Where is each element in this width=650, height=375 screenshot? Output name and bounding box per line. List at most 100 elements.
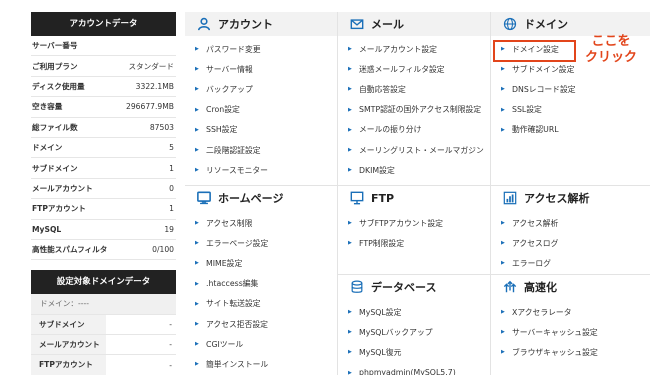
chevron-right-icon: ▶: [348, 240, 352, 247]
menu-link-database[interactable]: ▶ MySQLバックアップ: [338, 322, 490, 342]
data-row-label: ドメイン: [32, 143, 63, 153]
menu-link-homepage[interactable]: ▶ アクセス拒否設定: [185, 314, 337, 334]
menu-link-label: ブラウザキャッシュ設定: [512, 347, 598, 357]
globe-icon: [502, 16, 518, 32]
menu-link-mail[interactable]: ▶ メールの振り分け: [338, 120, 490, 140]
menu-link-account[interactable]: ▶ Cron設定: [185, 100, 337, 120]
menu-link-homepage[interactable]: ▶ アクセス制限: [185, 213, 337, 233]
menu-link-account[interactable]: ▶ リソースモニター: [185, 160, 337, 180]
chevron-right-icon: ▶: [348, 66, 352, 73]
menu-link-account[interactable]: ▶ 二段階認証設定: [185, 140, 337, 160]
menu-link-label: アクセス解析: [512, 218, 559, 228]
data-row-value: 1: [169, 204, 174, 214]
data-row: 空き容量 296677.9MB: [31, 97, 176, 118]
menu-link-access[interactable]: ▶ エラーログ: [491, 253, 650, 273]
menu-link-homepage[interactable]: ▶ .htaccess編集: [185, 274, 337, 294]
menu-link-label: MySQL復元: [359, 347, 402, 357]
menu-link-label: サブドメイン設定: [512, 64, 575, 74]
click-here-annotation: ここを クリック: [583, 34, 639, 66]
data-row: メールアカウント 0: [31, 179, 176, 200]
data-row: MySQL 19: [31, 220, 176, 240]
menu-link-account[interactable]: ▶ SSH設定: [185, 120, 337, 140]
monitor-icon: [196, 190, 212, 206]
data-row: ディスク使用量 3322.1MB: [31, 77, 176, 98]
chevron-right-icon: ▶: [501, 86, 505, 93]
menu-link-label: メールの振り分け: [359, 125, 422, 135]
menu-link-label: 自動応答設定: [359, 84, 406, 94]
menu-link-domain[interactable]: ▶ DNSレコード設定: [491, 79, 650, 99]
chevron-right-icon: ▶: [195, 126, 199, 133]
chevron-right-icon: ▶: [501, 349, 505, 356]
data-row-label: 空き容量: [32, 102, 63, 112]
data-row-label: サーバー番号: [32, 41, 78, 51]
menu-link-label: バックアップ: [206, 84, 253, 94]
chevron-right-icon: ▶: [501, 309, 505, 316]
menu-link-homepage[interactable]: ▶ 簡単インストール: [185, 354, 337, 374]
menu-link-speed[interactable]: ▶ Xアクセラレータ: [491, 302, 650, 322]
menu-link-homepage[interactable]: ▶ CGIツール: [185, 334, 337, 354]
data-row: メールアカウント -: [31, 335, 176, 356]
menu-link-domain[interactable]: ▶ SSL設定: [491, 100, 650, 120]
menu-link-label: アクセスログ: [512, 238, 559, 248]
data-row: ドメイン 5: [31, 138, 176, 159]
menu-link-homepage[interactable]: ▶ サイト転送設定: [185, 294, 337, 314]
menu-link-ftp[interactable]: ▶ サブFTPアカウント設定: [338, 213, 490, 233]
data-row-value: 1: [169, 163, 174, 173]
data-row-label: サブドメイン: [31, 314, 106, 335]
data-row-label: サブドメイン: [32, 163, 78, 173]
chevron-right-icon: ▶: [348, 220, 352, 227]
chevron-right-icon: ▶: [195, 167, 199, 174]
menu-link-homepage[interactable]: ▶ エラーページ設定: [185, 233, 337, 253]
menu-link-label: phpmyadmin(MySQL5.7): [359, 368, 456, 375]
chevron-right-icon: ▶: [348, 309, 352, 316]
menu-link-speed[interactable]: ▶ サーバーキャッシュ設定: [491, 322, 650, 342]
menu-link-mail[interactable]: ▶ 自動応答設定: [338, 79, 490, 99]
data-row-value: -: [169, 340, 172, 350]
menu-link-homepage[interactable]: ▶ MIME設定: [185, 253, 337, 273]
menu-link-mail[interactable]: ▶ メールアカウント設定: [338, 39, 490, 59]
menu-link-access[interactable]: ▶ アクセス解析: [491, 213, 650, 233]
menu-link-account[interactable]: ▶ パスワード変更: [185, 39, 337, 59]
data-row: サブドメイン -: [31, 314, 176, 336]
menu-link-label: エラーログ: [512, 258, 551, 268]
menu-link-mail[interactable]: ▶ 迷惑メールフィルタ設定: [338, 59, 490, 79]
section-account-header: アカウント: [185, 12, 337, 36]
chevron-right-icon: ▶: [195, 361, 199, 368]
section-ftp-header: FTP: [338, 186, 490, 210]
menu-link-domain[interactable]: ▶ 動作確認URL: [491, 120, 650, 140]
data-row-value: スタンダード: [128, 61, 174, 71]
menu-link-label: アクセス制限: [206, 218, 253, 228]
menu-link-label: 簡単インストール: [206, 359, 269, 369]
section-account: アカウント ▶ パスワード変更 ▶ サーバー情報 ▶ バックアップ ▶ Cron設定 ▶ SSH設…: [185, 12, 337, 180]
chevron-right-icon: ▶: [348, 46, 352, 53]
menu-link-speed[interactable]: ▶ ブラウザキャッシュ設定: [491, 342, 650, 362]
section-mail-title: メール: [371, 18, 404, 31]
menu-link-account[interactable]: ▶ サーバー情報: [185, 59, 337, 79]
menu-link-label: 迷惑メールフィルタ設定: [359, 64, 445, 74]
menu-link-mail[interactable]: ▶ SMTP認証の国外アクセス制限設定: [338, 100, 490, 120]
data-row-label: FTPアカウント: [31, 355, 106, 375]
data-row-label: FTPアカウント: [32, 204, 86, 214]
bar-chart-icon: [502, 190, 518, 206]
chevron-right-icon: ▶: [195, 321, 199, 328]
menu-link-database[interactable]: ▶ MySQL復元: [338, 342, 490, 362]
person-icon: [196, 16, 212, 32]
data-row-label: ディスク使用量: [32, 81, 85, 91]
section-speed-title: 高速化: [524, 281, 557, 294]
chevron-right-icon: ▶: [501, 240, 505, 247]
menu-link-database[interactable]: ▶ phpmyadmin(MySQL5.7): [338, 363, 490, 375]
menu-link-database[interactable]: ▶ MySQL設定: [338, 302, 490, 322]
menu-link-label: DNSレコード設定: [512, 84, 576, 94]
menu-link-mail[interactable]: ▶ DKIM設定: [338, 160, 490, 180]
section-ftp-title: FTP: [371, 191, 395, 205]
menu-link-access[interactable]: ▶ アクセスログ: [491, 233, 650, 253]
menu-link-mail[interactable]: ▶ メーリングリスト・メールマガジン: [338, 140, 490, 160]
data-row-label: 高性能スパムフィルタ: [32, 245, 108, 255]
menu-link-ftp[interactable]: ▶ FTP制限設定: [338, 233, 490, 253]
menu-link-label: 動作確認URL: [512, 125, 559, 135]
section-homepage-header: ホームページ: [185, 186, 337, 210]
chevron-right-icon: ▶: [195, 147, 199, 154]
data-row-value: 0: [169, 183, 174, 193]
menu-link-account[interactable]: ▶ バックアップ: [185, 79, 337, 99]
data-row-value: 0/100: [152, 245, 174, 255]
